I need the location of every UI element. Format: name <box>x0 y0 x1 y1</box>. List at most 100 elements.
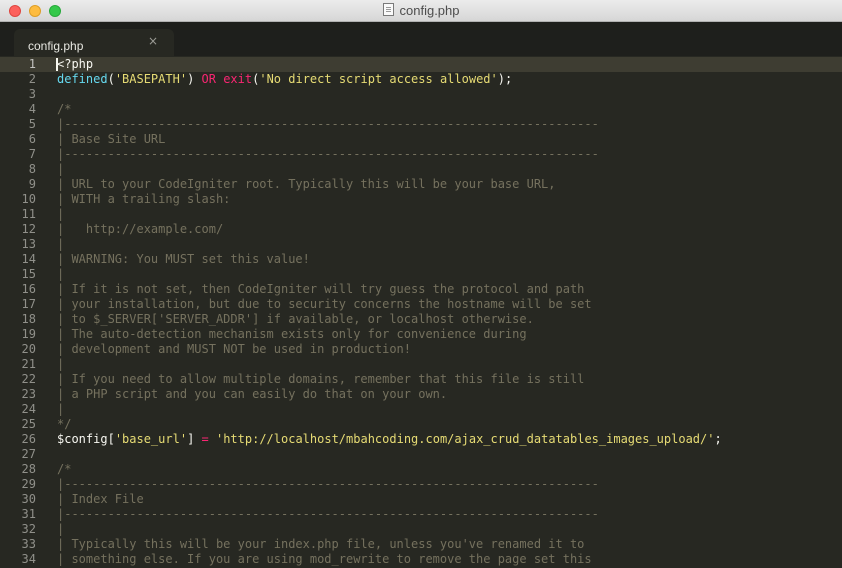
line-code: | WARNING: You MUST set this value! <box>57 252 310 267</box>
code-token: | http://example.com/ <box>57 222 224 236</box>
line-code: | http://example.com/ <box>57 222 223 237</box>
code-line[interactable]: 5 |--------------------------------------… <box>0 117 842 132</box>
line-number: 1 <box>28 57 36 71</box>
code-token: | your installation, but due to security… <box>57 297 592 311</box>
line-number: 21 <box>21 357 36 371</box>
code-line[interactable]: 14 | WARNING: You MUST set this value! <box>0 252 842 267</box>
code-token: | <box>57 357 65 371</box>
code-token: /* <box>57 462 72 476</box>
code-token: 'No direct script access allowed' <box>259 72 498 86</box>
code-line[interactable]: 21 | <box>0 357 842 372</box>
code-line[interactable]: 6 | Base Site URL <box>0 132 842 147</box>
line-code: /* <box>57 102 71 117</box>
window-title-text: config.php <box>399 3 460 18</box>
line-number: 11 <box>21 207 36 221</box>
window-title: config.php <box>0 3 842 18</box>
code-token: | to $_SERVER['SERVER_ADDR'] if availabl… <box>57 312 534 326</box>
code-token: | Index File <box>57 492 144 506</box>
code-token: ] <box>187 432 202 446</box>
line-number: 17 <box>21 297 36 311</box>
line-number: 22 <box>21 372 36 386</box>
line-number: 20 <box>21 342 36 356</box>
line-code: |---------------------------------------… <box>57 477 599 492</box>
code-line[interactable]: 30 | Index File <box>0 492 842 507</box>
line-code: |---------------------------------------… <box>57 507 599 522</box>
code-token: |---------------------------------------… <box>57 117 599 131</box>
code-token: | <box>57 402 65 416</box>
code-line[interactable]: 13 | <box>0 237 842 252</box>
code-line[interactable]: 31 |-------------------------------------… <box>0 507 842 522</box>
line-code: | <box>57 357 64 372</box>
line-number: 19 <box>21 327 36 341</box>
code-token: | development and MUST NOT be used in pr… <box>57 342 412 356</box>
code-line[interactable]: 26 $config['base_url'] = 'http://localhos… <box>0 432 842 447</box>
tab-label: config.php <box>28 39 84 53</box>
code-token: | The auto-detection mechanism exists on… <box>57 327 527 341</box>
code-token: 'BASEPATH' <box>114 72 188 86</box>
line-code: $config['base_url'] = 'http://localhost/… <box>57 432 722 447</box>
code-line[interactable]: 9 | URL to your CodeIgniter root. Typical… <box>0 177 842 192</box>
line-number: 15 <box>21 267 36 281</box>
code-line[interactable]: 11 | <box>0 207 842 222</box>
code-line[interactable]: 15 | <box>0 267 842 282</box>
line-code: | your installation, but due to security… <box>57 297 592 312</box>
code-line[interactable]: 20 | development and MUST NOT be used in … <box>0 342 842 357</box>
line-number: 9 <box>28 177 36 191</box>
code-line[interactable]: 8 | <box>0 162 842 177</box>
code-line[interactable]: 18 | to $_SERVER['SERVER_ADDR'] if availa… <box>0 312 842 327</box>
code-token: 'http://localhost/mbahcoding.com/ajax_cr… <box>215 432 715 446</box>
tab-config-php[interactable]: config.php × <box>14 29 174 56</box>
code-line[interactable]: 19 | The auto-detection mechanism exists … <box>0 327 842 342</box>
tab-close-icon[interactable]: × <box>148 34 158 48</box>
code-line[interactable]: 2 defined('BASEPATH') OR exit('No direct … <box>0 72 842 87</box>
code-token: | <box>57 162 65 176</box>
code-line[interactable]: 28 /* <box>0 462 842 477</box>
line-number: 8 <box>28 162 36 176</box>
code-token: [ <box>107 432 115 446</box>
code-token: | If it is not set, then CodeIgniter wil… <box>57 282 585 296</box>
line-number: 7 <box>28 147 36 161</box>
code-line[interactable]: 22 | If you need to allow multiple domain… <box>0 372 842 387</box>
code-token: <?php <box>57 57 94 71</box>
code-line[interactable]: 16 | If it is not set, then CodeIgniter w… <box>0 282 842 297</box>
code-line[interactable]: 7 |--------------------------------------… <box>0 147 842 162</box>
code-line[interactable]: 4 /* <box>0 102 842 117</box>
code-line[interactable]: 10 | WITH a trailing slash: <box>0 192 842 207</box>
code-token: ) <box>187 72 202 86</box>
line-number: 27 <box>21 447 36 461</box>
line-number: 34 <box>21 552 36 566</box>
line-code: /* <box>57 462 71 477</box>
line-code: | a PHP script and you can easily do tha… <box>57 387 447 402</box>
code-token: | <box>57 522 65 536</box>
code-line[interactable]: 24 | <box>0 402 842 417</box>
code-line[interactable]: 27 <box>0 447 842 462</box>
code-token: | something else. If you are using mod_r… <box>57 552 592 566</box>
code-line[interactable]: 12 | http://example.com/ <box>0 222 842 237</box>
line-code: | development and MUST NOT be used in pr… <box>57 342 411 357</box>
line-code: | <box>57 162 64 177</box>
code-token: | a PHP script and you can easily do tha… <box>57 387 448 401</box>
code-token: | Typically this will be your index.php … <box>57 537 585 551</box>
line-number: 32 <box>21 522 36 536</box>
code-token: |---------------------------------------… <box>57 477 599 491</box>
code-line[interactable]: 25 */ <box>0 417 842 432</box>
code-token: 'base_url' <box>114 432 188 446</box>
code-token: |---------------------------------------… <box>57 147 599 161</box>
code-line[interactable]: 17 | your installation, but due to securi… <box>0 297 842 312</box>
code-line[interactable]: 33 | Typically this will be your index.ph… <box>0 537 842 552</box>
line-number: 6 <box>28 132 36 146</box>
line-number: 29 <box>21 477 36 491</box>
code-line[interactable]: 3 <box>0 87 842 102</box>
code-line[interactable]: 32 | <box>0 522 842 537</box>
code-line[interactable]: 23 | a PHP script and you can easily do t… <box>0 387 842 402</box>
line-number: 16 <box>21 282 36 296</box>
line-code: | <box>57 522 64 537</box>
code-line[interactable]: 34 | something else. If you are using mod… <box>0 552 842 567</box>
line-number: 26 <box>21 432 36 446</box>
line-number: 12 <box>21 222 36 236</box>
code-line[interactable]: 1 <?php <box>0 57 842 72</box>
line-number: 33 <box>21 537 36 551</box>
code-editor[interactable]: 1 <?php 2 defined('BASEPATH') OR exit('No d… <box>0 57 842 568</box>
code-line[interactable]: 29 |-------------------------------------… <box>0 477 842 492</box>
